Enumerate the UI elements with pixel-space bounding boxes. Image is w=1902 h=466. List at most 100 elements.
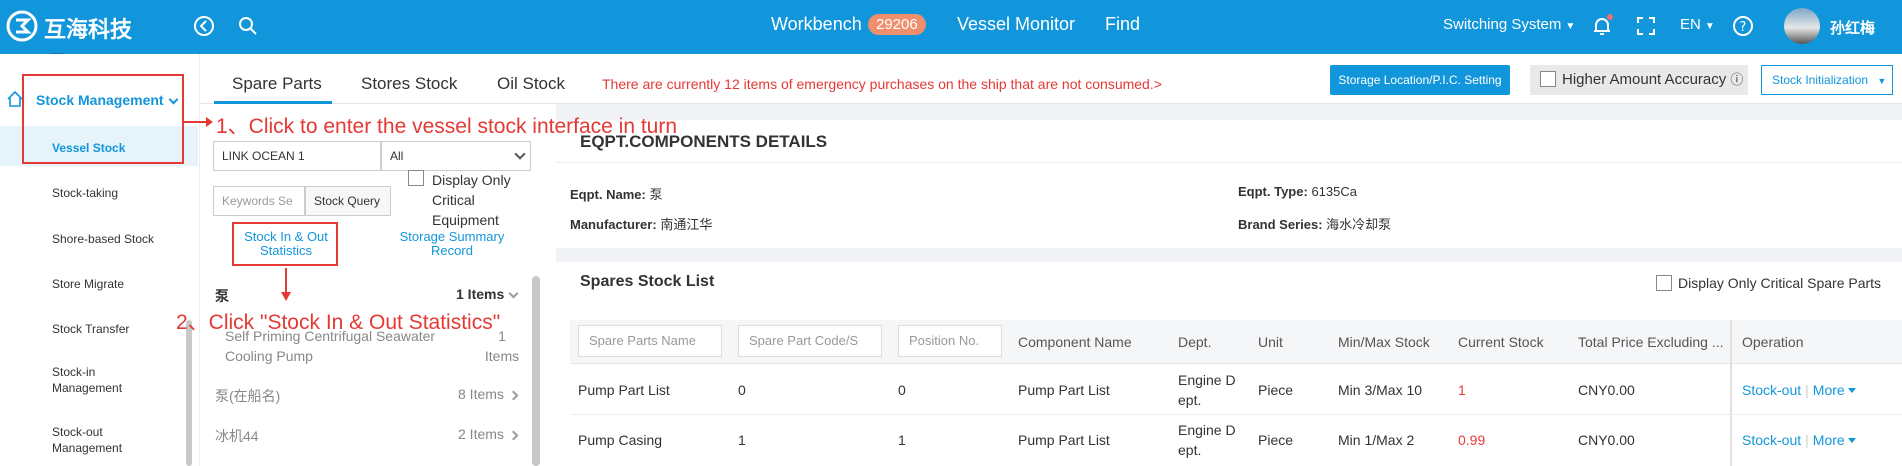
cell-component: Pump Part List	[1018, 432, 1110, 448]
manufacturer-field: Manufacturer: 南通江华	[570, 214, 712, 233]
cell-current-stock: 0.99	[1458, 432, 1486, 448]
sidebar-item-store-migrate[interactable]: Store Migrate	[52, 276, 124, 292]
tree-row-count-text: 8 Items	[458, 386, 504, 402]
spares-stock-title: Spares Stock List	[580, 273, 715, 290]
tree-row-count: 2 Items	[458, 426, 519, 442]
switching-system-label: Switching System	[1443, 16, 1562, 33]
username[interactable]: 孙红梅	[1830, 17, 1875, 38]
cell-position: 1	[898, 432, 906, 448]
language-dropdown[interactable]: EN ▼	[1680, 16, 1715, 33]
spare-part-code-filter[interactable]: Spare Part Code/S	[738, 325, 882, 357]
cell-total-price: CNY0.00	[1578, 382, 1635, 398]
stock-out-link[interactable]: Stock-out	[1742, 432, 1801, 448]
brand-name[interactable]: 互海科技	[44, 12, 132, 44]
tab-oil-stock[interactable]: Oil Stock	[497, 74, 565, 94]
tree-root-count: 1 Items	[456, 286, 519, 302]
spare-parts-name-filter[interactable]: Spare Parts Name	[578, 325, 722, 357]
row-divider	[570, 414, 1902, 415]
nav-find[interactable]: Find	[1105, 14, 1140, 35]
separator: |	[1805, 432, 1809, 448]
search-icon[interactable]	[236, 14, 260, 38]
caret-down-icon	[1847, 388, 1856, 393]
sidebar-item-stock-in-management[interactable]: Stock-in Management	[52, 364, 162, 396]
tree-row-count: 8 Items	[458, 386, 519, 402]
tree-root-count-text: 1 Items	[456, 286, 505, 302]
cell-unit: Piece	[1258, 432, 1294, 448]
caret-down-icon	[1847, 438, 1856, 443]
sidebar-item-cut: —	[52, 46, 64, 54]
stock-out-link[interactable]: Stock-out	[1742, 382, 1801, 398]
avatar[interactable]	[1784, 8, 1820, 44]
fullscreen-icon[interactable]	[1634, 14, 1658, 38]
position-no-filter[interactable]: Position No.	[898, 325, 1002, 357]
more-dropdown[interactable]: More	[1813, 432, 1845, 448]
language-label: EN	[1680, 16, 1701, 33]
cell-unit: Piece	[1258, 382, 1294, 398]
column-operation: Operation	[1742, 334, 1804, 350]
accuracy-label: Higher Amount Accuracy	[1562, 71, 1727, 88]
more-dropdown[interactable]: More	[1813, 382, 1845, 398]
sidebar-item-stock-taking[interactable]: Stock-taking	[52, 185, 118, 201]
tab-stores-stock[interactable]: Stores Stock	[361, 74, 457, 94]
keywords-search-input[interactable]: Keywords Se	[213, 186, 305, 216]
separator: |	[1805, 382, 1809, 398]
sidebar-item-shore-based-stock[interactable]: Shore-based Stock	[52, 231, 154, 247]
sidebar-item-stock-transfer[interactable]: Stock Transfer	[52, 321, 129, 337]
status-select[interactable]: All	[381, 141, 531, 171]
nav-workbench[interactable]: Workbench	[771, 14, 862, 35]
critical-spare-parts-label: Display Only Critical Spare Parts	[1678, 275, 1882, 291]
emergency-purchase-warning[interactable]: There are currently 12 items of emergenc…	[602, 76, 1162, 92]
sidebar-scrollbar[interactable]	[186, 320, 192, 466]
tree-row-count-text: 2 Items	[458, 426, 504, 442]
cell-dept: Engine Dept.	[1178, 372, 1236, 408]
tree-root-label[interactable]: 泵	[215, 286, 229, 306]
storage-summary-record-link[interactable]: Storage Summary Record	[392, 230, 512, 258]
nav-vessel-monitor[interactable]: Vessel Monitor	[957, 14, 1075, 35]
eqpt-name-label: Eqpt. Name:	[570, 187, 646, 202]
help-icon[interactable]: ?	[1731, 14, 1755, 38]
critical-spare-parts-toggle[interactable]: Display Only Critical Spare Parts	[1656, 275, 1881, 291]
critical-spare-parts-checkbox[interactable]	[1656, 275, 1672, 291]
details-divider	[556, 162, 1902, 163]
column-unit: Unit	[1258, 334, 1283, 350]
switching-system-dropdown[interactable]: Switching System ▼	[1443, 16, 1575, 33]
accuracy-checkbox[interactable]	[1540, 71, 1556, 87]
cell-operation: Stock-out | More	[1742, 380, 1856, 400]
cell-dept: Engine Dept.	[1178, 422, 1236, 458]
eqpt-type-value: 6135Ca	[1311, 184, 1357, 199]
status-select-value: All	[390, 149, 404, 163]
chevron-down-icon: ▼	[1704, 21, 1715, 32]
annotation-arrow-down	[281, 268, 291, 301]
tab-spare-parts[interactable]: Spare Parts	[232, 74, 322, 94]
higher-amount-accuracy-toggle[interactable]: Higher Amount Accuracy ⓘ	[1530, 65, 1748, 95]
cell-component: Pump Part List	[1018, 382, 1110, 398]
svg-text:?: ?	[1740, 20, 1747, 35]
stock-initialization-dropdown[interactable]: Stock Initialization ▼	[1761, 65, 1893, 95]
cell-current-stock: 1	[1458, 382, 1466, 398]
sidebar-item-stock-out-management[interactable]: Stock-out Management	[52, 424, 162, 456]
vessel-select[interactable]: LINK OCEAN 1	[213, 141, 381, 171]
column-dept: Dept.	[1178, 334, 1212, 350]
stock-query-button[interactable]: Stock Query	[305, 186, 391, 216]
back-icon[interactable]	[192, 14, 216, 38]
chevron-right-icon	[508, 390, 519, 401]
tree-scrollbar[interactable]	[532, 276, 540, 466]
eqpt-name-field: Eqpt. Name: 泵	[570, 184, 662, 203]
annotation-box-vessel-stock	[22, 74, 184, 164]
eqpt-type-field: Eqpt. Type: 6135Ca	[1238, 184, 1357, 199]
column-component-name: Component Name	[1018, 334, 1132, 350]
cell-spare-name: Pump Casing	[578, 432, 663, 448]
operation-column-shadow	[1730, 320, 1732, 466]
info-icon: ⓘ	[1730, 72, 1744, 87]
critical-equipment-checkbox[interactable]	[408, 170, 424, 186]
annotation-step-2: 2、Click "Stock In & Out Statistics"	[176, 311, 501, 334]
caret-down-icon: ▼	[1877, 76, 1887, 86]
cell-min-max: Min 3/Max 10	[1338, 382, 1423, 398]
storage-location-setting-button[interactable]: Storage Location/P.I.C. Setting	[1330, 65, 1510, 95]
annotation-box-stock-in-out	[232, 222, 338, 266]
tree-row-label[interactable]: 冰机44	[215, 426, 259, 446]
display-critical-equipment-label: Display Only Critical Equipment	[432, 172, 511, 228]
cell-min-max: Min 1/Max 2	[1338, 432, 1415, 448]
stock-initialization-label: Stock Initialization	[1772, 73, 1869, 87]
tree-row-label[interactable]: 泵(在船名)	[215, 386, 280, 406]
